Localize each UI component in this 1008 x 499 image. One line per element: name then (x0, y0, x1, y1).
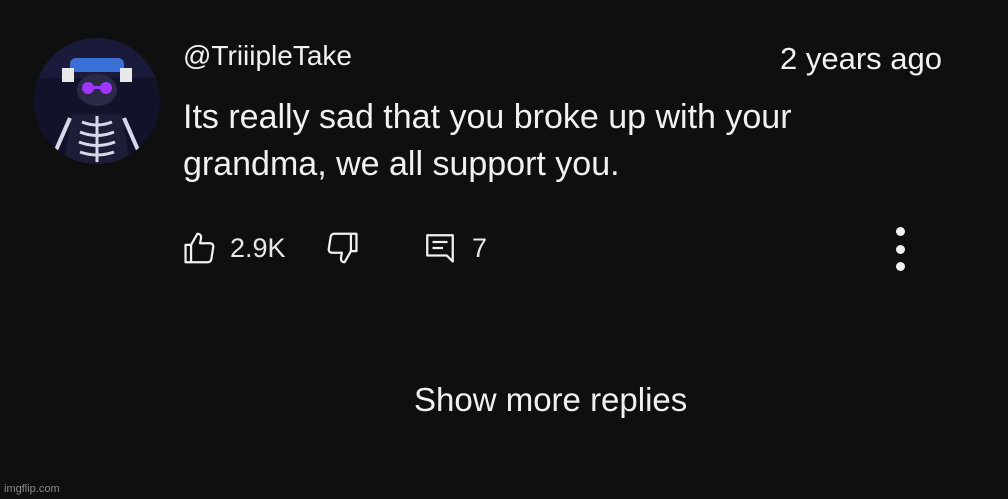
thumbs-up-icon (184, 232, 215, 264)
comment-icon (426, 234, 454, 263)
comment-timestamp[interactable]: 2 years ago (780, 41, 942, 77)
more-vertical-icon-dot (895, 227, 905, 236)
show-more-replies-button[interactable]: Show more replies (414, 381, 687, 419)
like-button[interactable]: 2.9K (180, 224, 286, 272)
comment-action-bar: 2.9K 7 (180, 224, 940, 272)
skeleton-avatar-icon (34, 38, 160, 164)
more-options-button[interactable] (884, 224, 916, 274)
comment-author[interactable]: @TriiipleTake (183, 40, 352, 72)
avatar[interactable] (34, 38, 160, 164)
watermark: imgflip.com (4, 483, 60, 495)
reply-count: 7 (472, 232, 488, 263)
thumbs-down-icon (327, 232, 358, 264)
more-vertical-icon-dot (895, 262, 905, 271)
dislike-button[interactable] (324, 224, 362, 272)
reply-button[interactable]: 7 (422, 224, 487, 272)
more-vertical-icon-dot (895, 244, 905, 254)
comment-text: Its really sad that you broke up with yo… (183, 98, 792, 183)
like-count: 2.9K (230, 232, 286, 263)
